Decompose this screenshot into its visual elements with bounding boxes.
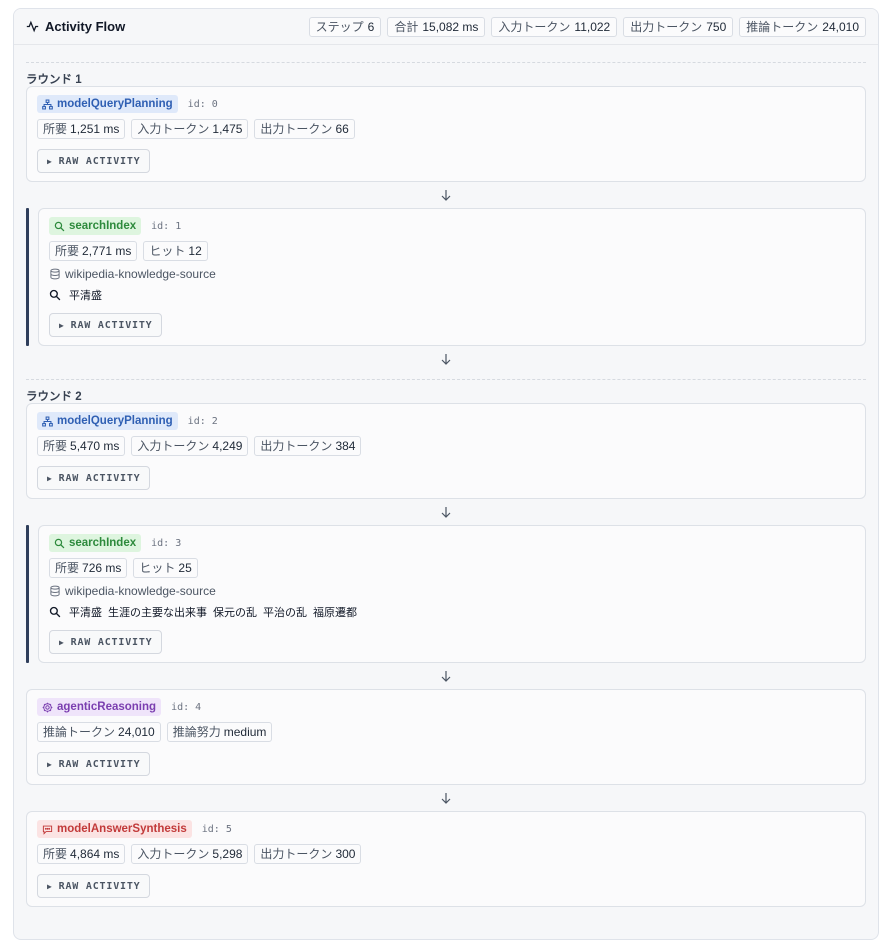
step-type-tag: modelQueryPlanning bbox=[37, 95, 178, 113]
hierarchy-icon bbox=[42, 99, 53, 109]
database-icon bbox=[50, 268, 60, 280]
step-id: id: 2 bbox=[187, 415, 218, 427]
search-icon bbox=[49, 289, 61, 301]
metric-input-tokens: 入力トークン 5,298 bbox=[131, 844, 249, 864]
query-term: 平清盛 bbox=[69, 607, 102, 619]
arrow-down-icon bbox=[441, 507, 451, 518]
stat-reasoning-tokens: 推論トークン 24,010 bbox=[739, 16, 866, 37]
step-card-4: agenticReasoning id: 4 推論トークン 24,010 推論努力… bbox=[26, 689, 866, 785]
step-id: id: 0 bbox=[187, 98, 218, 110]
metric-reasoning-effort: 推論努力 medium bbox=[166, 722, 273, 742]
activity-pulse-icon bbox=[26, 20, 39, 33]
expand-triangle-icon: ▶ bbox=[59, 637, 65, 647]
search-step-wrapper: searchIndex id: 3 所要 726 ms ヒット 25 wikiped… bbox=[26, 525, 866, 663]
search-query: 平清盛 bbox=[49, 287, 855, 303]
step-id: id: 1 bbox=[151, 220, 182, 232]
stat-total: 合計 15,082 ms bbox=[387, 16, 486, 37]
raw-activity-button[interactable]: ▶ RAW ACTIVITY bbox=[49, 313, 163, 337]
query-term: 平治の乱 bbox=[263, 607, 307, 619]
raw-activity-button[interactable]: ▶ RAW ACTIVITY bbox=[37, 752, 151, 776]
header-stats: ステップ 6 合計 15,082 ms 入力トークン 11,022 出力トークン 750… bbox=[308, 16, 866, 37]
flow-arrow bbox=[26, 663, 866, 689]
step-card-5: modelAnswerSynthesis id: 5 所要 4,864 ms 入力… bbox=[26, 811, 866, 907]
metric-output-tokens: 出力トークン 66 bbox=[254, 119, 355, 139]
panel-header: Activity Flow ステップ 6 合計 15,082 ms 入力トークン 11… bbox=[14, 9, 878, 45]
flow-arrow bbox=[26, 346, 866, 372]
raw-activity-button[interactable]: ▶ RAW ACTIVITY bbox=[37, 874, 151, 898]
raw-activity-button[interactable]: ▶ RAW ACTIVITY bbox=[49, 630, 163, 654]
query-term: 保元の乱 bbox=[213, 607, 257, 619]
step-type-tag: searchIndex bbox=[49, 217, 142, 235]
flow-arrow bbox=[26, 182, 866, 208]
arrow-down-icon bbox=[441, 671, 451, 682]
hierarchy-icon bbox=[42, 416, 53, 426]
metric-input-tokens: 入力トークン 4,249 bbox=[131, 436, 249, 456]
round-label-1: ラウンド 1 bbox=[26, 62, 866, 86]
step-id: id: 5 bbox=[201, 823, 232, 835]
step-type-tag: modelQueryPlanning bbox=[37, 412, 178, 430]
query-term: 福原遷都 bbox=[313, 607, 357, 619]
step-type-tag: searchIndex bbox=[49, 534, 142, 552]
arrow-down-icon bbox=[441, 793, 451, 804]
expand-triangle-icon: ▶ bbox=[47, 759, 53, 769]
expand-triangle-icon: ▶ bbox=[47, 881, 53, 891]
knowledge-source: wikipedia-knowledge-source bbox=[49, 584, 855, 598]
round-label-2: ラウンド 2 bbox=[26, 379, 866, 403]
search-icon bbox=[49, 606, 61, 618]
panel-title-text: Activity Flow bbox=[45, 19, 126, 34]
step-type-tag: modelAnswerSynthesis bbox=[37, 820, 192, 838]
flow-arrow bbox=[26, 499, 866, 525]
stat-steps: ステップ 6 bbox=[308, 16, 382, 37]
chat-bubble-icon bbox=[42, 825, 53, 835]
flow-arrow bbox=[26, 785, 866, 811]
metric-hits: ヒット 25 bbox=[133, 558, 198, 578]
step-card-2: modelQueryPlanning id: 2 所要 5,470 ms 入力トー… bbox=[26, 403, 866, 499]
metric-duration: 所要 5,470 ms bbox=[37, 436, 126, 456]
metric-duration: 所要 4,864 ms bbox=[37, 844, 126, 864]
metric-duration: 所要 726 ms bbox=[49, 558, 128, 578]
arrow-down-icon bbox=[441, 190, 451, 201]
database-icon bbox=[50, 585, 60, 597]
expand-triangle-icon: ▶ bbox=[47, 473, 53, 483]
flow-body: ラウンド 1 modelQueryPlanning id: 0 所要 1,251 … bbox=[14, 62, 878, 907]
stat-input-tokens: 入力トークン 11,022 bbox=[491, 16, 618, 37]
metric-reasoning-tokens: 推論トークン 24,010 bbox=[37, 722, 161, 742]
metric-hits: ヒット 12 bbox=[143, 241, 208, 261]
search-icon bbox=[54, 221, 65, 231]
metric-output-tokens: 出力トークン 384 bbox=[254, 436, 362, 456]
step-id: id: 4 bbox=[171, 701, 202, 713]
metric-duration: 所要 1,251 ms bbox=[37, 119, 126, 139]
raw-activity-button[interactable]: ▶ RAW ACTIVITY bbox=[37, 466, 151, 490]
panel-title: Activity Flow bbox=[26, 19, 125, 34]
raw-activity-button[interactable]: ▶ RAW ACTIVITY bbox=[37, 149, 151, 173]
metric-duration: 所要 2,771 ms bbox=[49, 241, 138, 261]
search-icon bbox=[54, 538, 65, 548]
metric-output-tokens: 出力トークン 300 bbox=[254, 844, 362, 864]
query-term: 生涯の主要な出来事 bbox=[108, 607, 207, 619]
search-query: 平清盛 生涯の主要な出来事 保元の乱 平治の乱 福原遷都 bbox=[49, 604, 855, 620]
step-id: id: 3 bbox=[151, 537, 182, 549]
query-term: 平清盛 bbox=[69, 290, 102, 302]
metric-input-tokens: 入力トークン 1,475 bbox=[131, 119, 249, 139]
expand-triangle-icon: ▶ bbox=[59, 320, 65, 330]
gear-icon bbox=[42, 702, 53, 712]
expand-triangle-icon: ▶ bbox=[47, 156, 53, 166]
activity-flow-panel: Activity Flow ステップ 6 合計 15,082 ms 入力トークン 11… bbox=[13, 8, 879, 940]
step-card-3: searchIndex id: 3 所要 726 ms ヒット 25 wikiped… bbox=[38, 525, 866, 663]
step-card-1: searchIndex id: 1 所要 2,771 ms ヒット 12 wikip… bbox=[38, 208, 866, 346]
search-step-wrapper: searchIndex id: 1 所要 2,771 ms ヒット 12 wikip… bbox=[26, 208, 866, 346]
step-type-tag: agenticReasoning bbox=[37, 698, 162, 716]
knowledge-source: wikipedia-knowledge-source bbox=[49, 267, 855, 281]
arrow-down-icon bbox=[441, 354, 451, 365]
stat-output-tokens: 出力トークン 750 bbox=[623, 16, 734, 37]
step-card-0: modelQueryPlanning id: 0 所要 1,251 ms 入力トー… bbox=[26, 86, 866, 182]
